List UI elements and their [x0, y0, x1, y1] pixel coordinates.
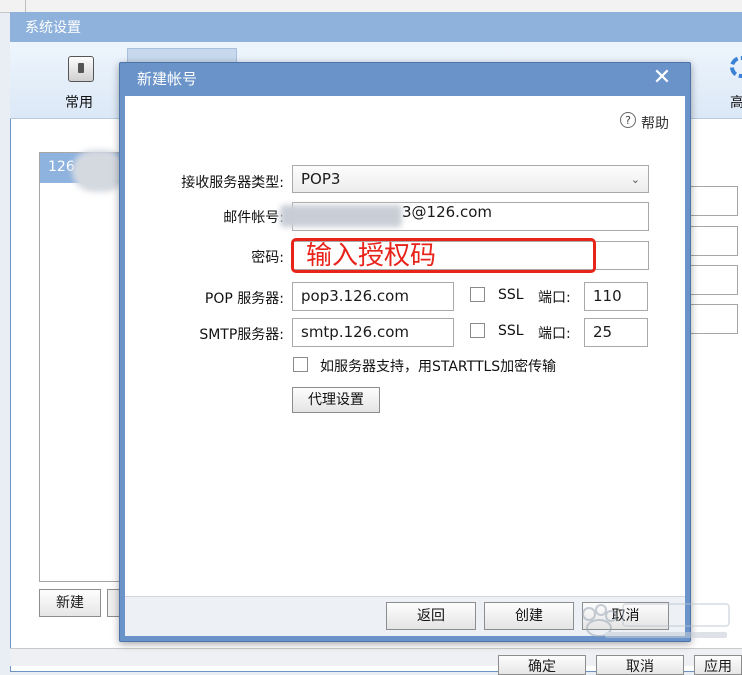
settings-field[interactable]: [690, 304, 738, 334]
settings-apply-button[interactable]: 应用: [694, 655, 742, 675]
cancel-button[interactable]: 取消: [582, 602, 669, 630]
pop-port-field[interactable]: 110: [584, 282, 648, 311]
chevron-down-icon: ⌄: [630, 173, 640, 186]
pop-port-label: 端口:: [538, 290, 571, 306]
recv-server-type-value: POP3: [301, 170, 341, 188]
settings-window-title: 系统设置: [25, 20, 81, 36]
email-redaction: [280, 205, 402, 227]
toolbar-general-tab[interactable]: 常用: [24, 42, 134, 118]
email-account-value: 3@126.com: [402, 203, 492, 221]
account-list-item-label: 126: [48, 159, 75, 175]
settings-ok-button[interactable]: 确定: [498, 655, 586, 675]
close-icon[interactable]: ✕: [652, 66, 672, 90]
help-icon[interactable]: ?: [620, 112, 636, 128]
pop-port-value: 110: [593, 287, 622, 305]
general-settings-icon: [68, 56, 94, 82]
password-annotation-box: 输入授权码: [291, 238, 596, 273]
toolbar-advanced-tab[interactable]: 高级: [716, 42, 742, 118]
smtp-server-field[interactable]: smtp.126.com: [292, 318, 454, 347]
starttls-checkbox[interactable]: [293, 357, 308, 372]
back-button[interactable]: 返回: [386, 602, 476, 630]
help-link[interactable]: 帮助: [641, 113, 669, 133]
smtp-port-field[interactable]: 25: [584, 318, 648, 347]
new-account-button[interactable]: 新建: [39, 589, 101, 617]
pop-server-label: POP 服务器:: [204, 291, 284, 307]
password-label: 密码:: [251, 250, 284, 266]
top-strip-seam: [25, 0, 26, 12]
account-list-panel: [39, 152, 123, 582]
settings-field[interactable]: [690, 265, 738, 295]
settings-field[interactable]: [690, 186, 738, 216]
dialog-title: 新建帐号: [137, 70, 198, 88]
smtp-server-label: SMTP服务器:: [199, 327, 284, 343]
gear-icon: [730, 56, 742, 78]
recv-server-type-label: 接收服务器类型:: [181, 175, 284, 191]
recv-server-type-select[interactable]: POP3 ⌄: [292, 165, 649, 193]
settings-title-bar: 系统设置: [10, 12, 742, 42]
proxy-settings-button[interactable]: 代理设置: [292, 387, 380, 413]
smtp-ssl-checkbox[interactable]: [470, 323, 485, 338]
password-annotation-text: 输入授权码: [306, 241, 437, 271]
starttls-label: 如服务器支持，用STARTTLS加密传输: [320, 359, 557, 375]
settings-cancel-button[interactable]: 取消: [596, 655, 684, 675]
smtp-port-label: 端口:: [538, 326, 571, 342]
pop-server-value: pop3.126.com: [301, 287, 409, 305]
pop-ssl-checkbox[interactable]: [470, 287, 485, 302]
smtp-ssl-label: SSL: [498, 323, 524, 339]
account-name-redaction: [72, 150, 126, 192]
settings-field[interactable]: [690, 226, 738, 256]
toolbar-advanced-label: 高级: [730, 95, 742, 111]
toolbar-general-label: 常用: [65, 95, 93, 111]
create-button[interactable]: 创建: [484, 602, 574, 630]
smtp-port-value: 25: [593, 323, 613, 341]
email-account-label: 邮件帐号:: [223, 210, 284, 226]
pop-server-field[interactable]: pop3.126.com: [292, 282, 454, 311]
smtp-server-value: smtp.126.com: [301, 323, 410, 341]
pop-ssl-label: SSL: [498, 287, 524, 303]
